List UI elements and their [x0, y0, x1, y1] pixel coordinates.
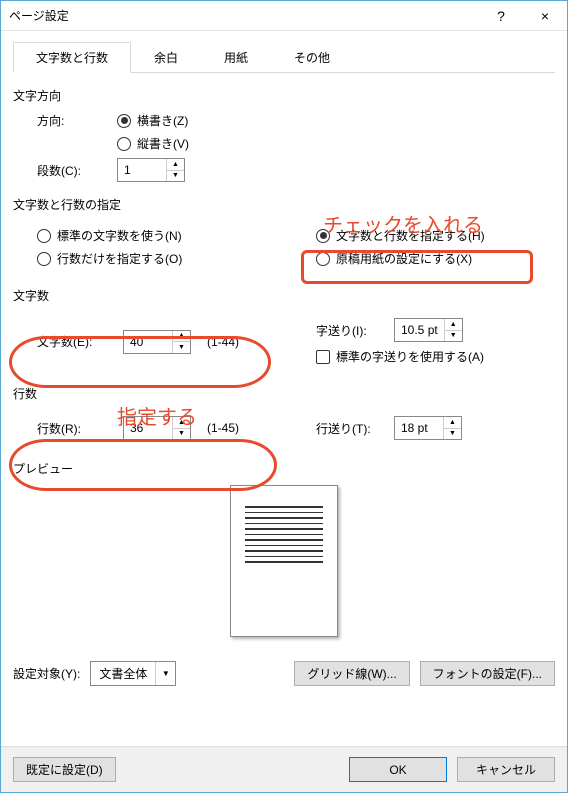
radio-chars-lines[interactable]: 文字数と行数を指定する(H)	[316, 227, 485, 244]
lines-value: 36	[124, 417, 172, 439]
apply-to-select[interactable]: 文書全体 ▼	[90, 661, 176, 686]
check-default-pitch[interactable]: 標準の字送りを使用する(A)	[316, 348, 484, 365]
section-direction: 文字方向	[13, 87, 555, 104]
close-button[interactable]: ×	[523, 1, 567, 31]
tab-margins[interactable]: 余白	[131, 42, 201, 73]
radio-horizontal-label: 横書き(Z)	[137, 112, 188, 129]
lines-label: 行数(R):	[37, 420, 113, 437]
spinner-arrows[interactable]: ▲▼	[172, 417, 190, 439]
page-setup-dialog: ページ設定 ? × 文字数と行数 余白 用紙 その他 文字方向 方向: 横書き(…	[0, 0, 568, 793]
char-pitch-value: 10.5 pt	[395, 319, 444, 341]
radio-icon	[316, 252, 330, 266]
font-settings-button[interactable]: フォントの設定(F)...	[420, 661, 555, 686]
gridlines-button[interactable]: グリッド線(W)...	[294, 661, 409, 686]
cancel-button[interactable]: キャンセル	[457, 757, 555, 782]
spinner-arrows[interactable]: ▲▼	[166, 159, 184, 181]
line-pitch-value: 18 pt	[395, 417, 443, 439]
radio-vertical-label: 縦書き(V)	[137, 135, 189, 152]
set-default-button[interactable]: 既定に設定(D)	[13, 757, 116, 782]
line-pitch-spinner[interactable]: 18 pt ▲▼	[394, 416, 462, 440]
section-spec: 文字数と行数の指定	[13, 196, 555, 213]
titlebar: ページ設定 ? ×	[1, 1, 567, 31]
radio-icon	[117, 137, 131, 151]
section-chars: 文字数	[13, 287, 555, 304]
line-pitch-label: 行送り(T):	[316, 420, 384, 437]
radio-manuscript[interactable]: 原稿用紙の設定にする(X)	[316, 250, 472, 267]
tab-bar: 文字数と行数 余白 用紙 その他	[13, 41, 555, 73]
chars-spinner[interactable]: 40 ▲▼	[123, 330, 191, 354]
ok-button[interactable]: OK	[349, 757, 447, 782]
radio-default-chars[interactable]: 標準の文字数を使う(N)	[37, 227, 182, 244]
char-pitch-spinner[interactable]: 10.5 pt ▲▼	[394, 318, 463, 342]
dialog-body: 文字数と行数 余白 用紙 その他 文字方向 方向: 横書き(Z) 縦書き(V)	[1, 31, 567, 746]
tab-paper[interactable]: 用紙	[201, 42, 271, 73]
preview-page	[230, 485, 338, 637]
radio-icon	[316, 229, 330, 243]
radio-horizontal[interactable]: 横書き(Z)	[117, 112, 188, 129]
dialog-title: ページ設定	[9, 7, 479, 24]
lines-range: (1-45)	[207, 421, 239, 435]
radio-icon	[117, 114, 131, 128]
section-preview: プレビュー	[13, 460, 555, 477]
chevron-down-icon: ▼	[155, 662, 175, 685]
spinner-arrows[interactable]: ▲▼	[172, 331, 190, 353]
chars-range: (1-44)	[207, 335, 239, 349]
tab-chars-lines[interactable]: 文字数と行数	[13, 42, 131, 73]
chars-label: 文字数(E):	[37, 333, 113, 350]
opt-chars-lines-label: 文字数と行数を指定する(H)	[336, 227, 485, 244]
section-lines: 行数	[13, 385, 555, 402]
default-pitch-label: 標準の字送りを使用する(A)	[336, 348, 484, 365]
spinner-arrows[interactable]: ▲▼	[443, 417, 461, 439]
help-button[interactable]: ?	[479, 1, 523, 31]
columns-label: 段数(C):	[37, 162, 107, 179]
radio-icon	[37, 252, 51, 266]
columns-value: 1	[118, 159, 166, 181]
lines-spinner[interactable]: 36 ▲▼	[123, 416, 191, 440]
chars-value: 40	[124, 331, 172, 353]
radio-icon	[37, 229, 51, 243]
opt-manuscript-label: 原稿用紙の設定にする(X)	[336, 250, 472, 267]
direction-label: 方向:	[37, 112, 107, 129]
radio-vertical[interactable]: 縦書き(V)	[117, 135, 189, 152]
dialog-footer: 既定に設定(D) OK キャンセル	[1, 746, 567, 792]
char-pitch-label: 字送り(I):	[316, 322, 384, 339]
spinner-arrows[interactable]: ▲▼	[444, 319, 462, 341]
checkbox-icon	[316, 350, 330, 364]
radio-lines-only[interactable]: 行数だけを指定する(O)	[37, 250, 182, 267]
apply-to-value: 文書全体	[91, 662, 155, 685]
tab-other[interactable]: その他	[271, 42, 353, 73]
columns-spinner[interactable]: 1 ▲▼	[117, 158, 185, 182]
opt-lines-only-label: 行数だけを指定する(O)	[57, 250, 182, 267]
opt-default-label: 標準の文字数を使う(N)	[57, 227, 182, 244]
apply-to-label: 設定対象(Y):	[13, 665, 80, 682]
